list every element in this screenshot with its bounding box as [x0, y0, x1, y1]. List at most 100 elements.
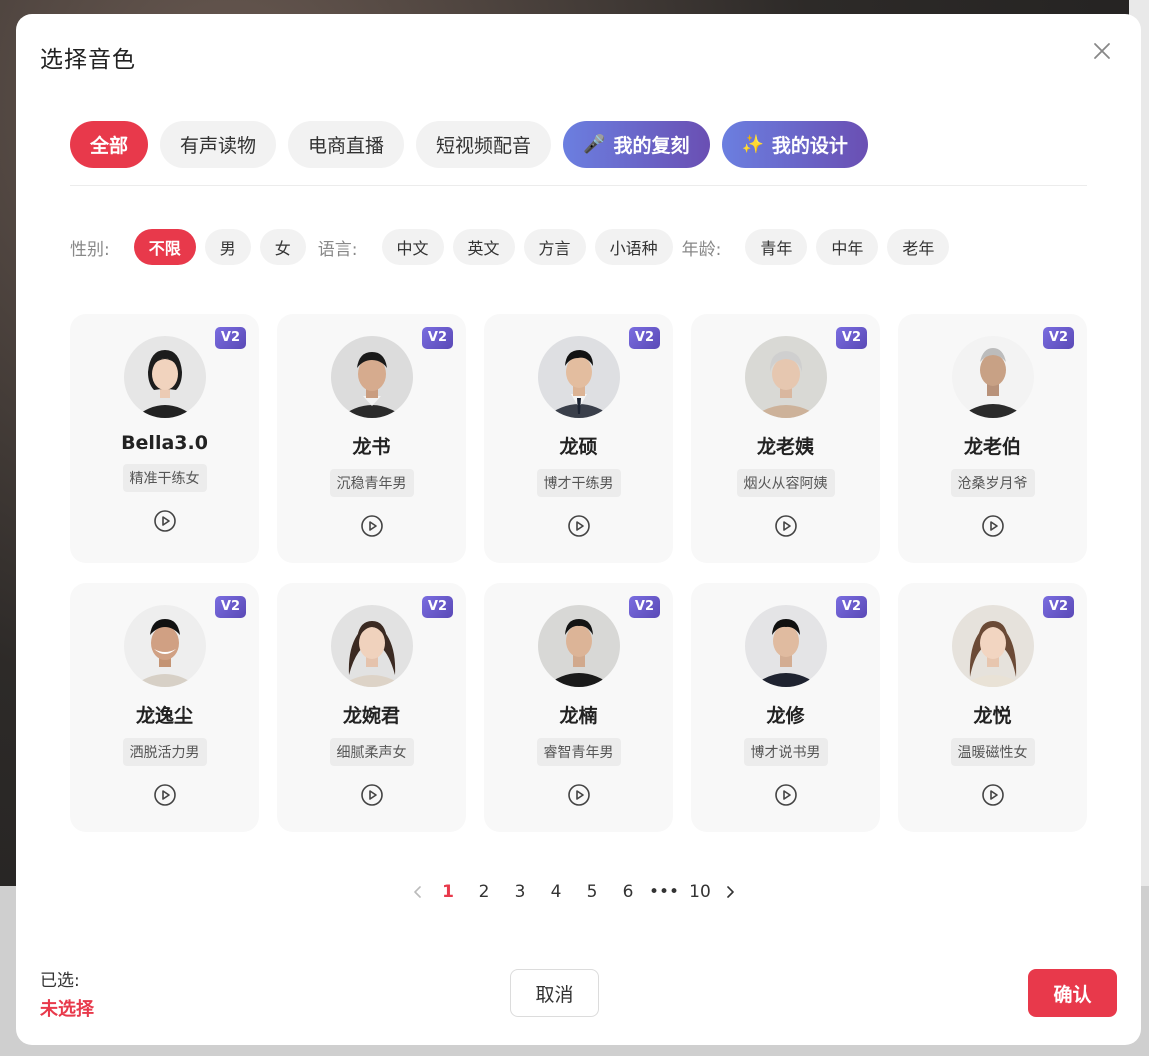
- voice-name: 龙老姨: [756, 436, 814, 458]
- voice-name: 龙老伯: [963, 436, 1021, 458]
- play-button[interactable]: [981, 514, 1005, 538]
- voice-card[interactable]: V2 龙修 博才说书男: [691, 583, 880, 832]
- play-icon: [567, 515, 590, 537]
- voice-card[interactable]: V2 龙硕 博才干练男: [484, 314, 673, 563]
- tab-label: 电商直播: [308, 135, 385, 157]
- gender-option-female[interactable]: 女: [259, 229, 306, 265]
- tab-label: 全部: [90, 135, 129, 157]
- confirm-button[interactable]: 确认: [1028, 969, 1117, 1017]
- language-option-chinese[interactable]: 中文: [381, 229, 444, 265]
- page-button-5[interactable]: 5: [574, 882, 610, 902]
- version-badge: V2: [421, 596, 453, 618]
- avatar: [744, 605, 827, 687]
- voice-tag: 洒脱活力男: [122, 738, 207, 766]
- cancel-button[interactable]: 取消: [510, 969, 599, 1017]
- tab-short-video-dubbing[interactable]: 短视频配音: [416, 121, 552, 168]
- prev-page-button[interactable]: [406, 880, 430, 904]
- voice-select-dialog: 选择音色 全部 有声读物 电商直播 短视频配音 🎤 我的复刻 ✨ 我的设计 性别: …: [16, 14, 1141, 1045]
- voice-card[interactable]: V2 Bella3.0 精准干练女: [70, 314, 259, 563]
- selected-label: 已选:: [40, 971, 80, 991]
- play-button[interactable]: [567, 783, 591, 807]
- voice-tag: 精准干练女: [122, 464, 207, 492]
- age-option-middle[interactable]: 中年: [816, 229, 879, 265]
- voice-name: 龙楠: [559, 705, 598, 727]
- play-button[interactable]: [360, 514, 384, 538]
- voice-card[interactable]: V2 龙老伯 沧桑岁月爷: [898, 314, 1087, 563]
- play-button[interactable]: [360, 783, 384, 807]
- close-button[interactable]: [1089, 38, 1115, 64]
- voice-tag: 沧桑岁月爷: [950, 469, 1035, 497]
- avatar: [537, 336, 620, 418]
- language-option-minor[interactable]: 小语种: [594, 229, 673, 265]
- play-button[interactable]: [774, 514, 798, 538]
- tab-label: 有声读物: [180, 135, 257, 157]
- play-button[interactable]: [981, 783, 1005, 807]
- age-option-senior[interactable]: 老年: [887, 229, 950, 265]
- voice-card[interactable]: V2 龙楠 睿智青年男: [484, 583, 673, 832]
- chevron-left-icon: [414, 886, 421, 898]
- voice-card[interactable]: V2 龙老姨 烟火从容阿姨: [691, 314, 880, 563]
- avatar: [744, 336, 827, 418]
- avatar: [330, 605, 413, 687]
- voice-card[interactable]: V2 龙书 沉稳青年男: [277, 314, 466, 563]
- voice-name: 龙逸尘: [135, 705, 193, 727]
- play-icon: [360, 515, 383, 537]
- voice-name: 龙书: [352, 436, 391, 458]
- avatar: [951, 605, 1034, 687]
- version-badge: V2: [835, 327, 867, 349]
- play-icon: [774, 784, 797, 806]
- tab-ecommerce-live[interactable]: 电商直播: [288, 121, 405, 168]
- gender-option-any[interactable]: 不限: [133, 229, 196, 265]
- tab-audiobook[interactable]: 有声读物: [160, 121, 277, 168]
- page-button-1[interactable]: 1: [430, 882, 466, 902]
- page-button-3[interactable]: 3: [502, 882, 538, 902]
- voice-tag: 睿智青年男: [536, 738, 621, 766]
- version-badge: V2: [628, 596, 660, 618]
- close-icon: [1094, 43, 1110, 59]
- voice-tag: 温暖磁性女: [950, 738, 1035, 766]
- avatar: [537, 605, 620, 687]
- play-icon: [981, 784, 1004, 806]
- play-icon: [567, 784, 590, 806]
- page-button-6[interactable]: 6: [610, 882, 646, 902]
- voice-name: 龙修: [766, 705, 805, 727]
- voice-card[interactable]: V2 龙婉君 细腻柔声女: [277, 583, 466, 832]
- tab-all[interactable]: 全部: [70, 121, 149, 168]
- voice-card[interactable]: V2 龙逸尘 洒脱活力男: [70, 583, 259, 832]
- age-filter-label: 年龄:: [681, 239, 722, 260]
- voice-tag: 烟火从容阿姨: [736, 469, 835, 497]
- page-button-10[interactable]: 10: [682, 882, 718, 902]
- voice-tag: 沉稳青年男: [329, 469, 414, 497]
- version-badge: V2: [214, 596, 246, 618]
- sparkles-icon: ✨: [741, 134, 764, 155]
- gender-option-male[interactable]: 男: [204, 229, 251, 265]
- play-button[interactable]: [153, 509, 177, 533]
- voice-tag: 博才干练男: [536, 469, 621, 497]
- pagination: 1 2 3 4 5 6 ••• 10: [406, 880, 742, 904]
- voice-tag: 细腻柔声女: [329, 738, 414, 766]
- avatar: [951, 336, 1034, 418]
- avatar: [123, 336, 206, 418]
- play-button[interactable]: [774, 783, 798, 807]
- voice-name: Bella3.0: [121, 432, 208, 454]
- page-button-4[interactable]: 4: [538, 882, 574, 902]
- language-option-dialect[interactable]: 方言: [523, 229, 586, 265]
- language-option-english[interactable]: 英文: [452, 229, 515, 265]
- language-filter-label: 语言:: [317, 239, 358, 260]
- page-button-2[interactable]: 2: [466, 882, 502, 902]
- tab-label: 我的设计: [771, 135, 848, 157]
- avatar: [123, 605, 206, 687]
- chevron-right-icon: [727, 886, 734, 898]
- voice-name: 龙硕: [559, 436, 598, 458]
- version-badge: V2: [1042, 596, 1074, 618]
- voice-card[interactable]: V2 龙悦 温暖磁性女: [898, 583, 1087, 832]
- page-ellipsis[interactable]: •••: [646, 882, 682, 902]
- age-option-young[interactable]: 青年: [745, 229, 808, 265]
- version-badge: V2: [628, 327, 660, 349]
- tab-my-designs[interactable]: ✨ 我的设计: [721, 121, 868, 168]
- next-page-button[interactable]: [718, 880, 742, 904]
- voice-grid: V2 Bella3.0 精准干练女 V2 龙书 沉稳青年男 V2 龙硕 博才干练…: [70, 314, 1087, 832]
- play-button[interactable]: [153, 783, 177, 807]
- tab-my-clones[interactable]: 🎤 我的复刻: [563, 121, 710, 168]
- play-button[interactable]: [567, 514, 591, 538]
